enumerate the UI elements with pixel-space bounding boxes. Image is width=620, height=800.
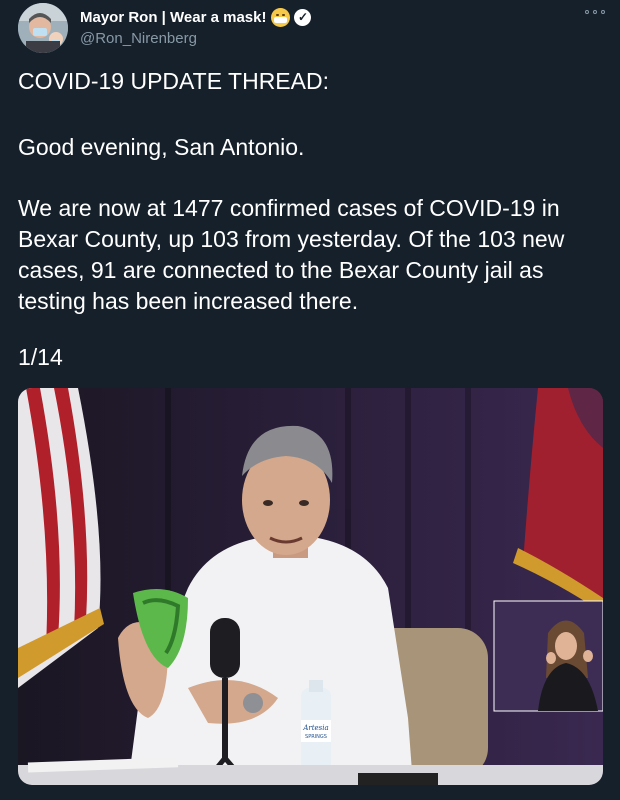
avatar-image <box>18 3 68 53</box>
svg-text:SPRINGS: SPRINGS <box>305 734 327 740</box>
sign-language-interpreter-inset <box>493 600 603 712</box>
avatar[interactable] <box>18 3 68 53</box>
verified-badge-icon: ✓ <box>294 9 312 26</box>
tweet-paragraph: COVID-19 UPDATE THREAD: <box>18 68 329 94</box>
author-name-row[interactable]: Mayor Ron | Wear a mask! ✓ <box>80 8 312 27</box>
tweet-photo[interactable]: Artesia SPRINGS <box>18 388 603 785</box>
author-display-name[interactable]: Mayor Ron | Wear a mask! <box>80 9 266 26</box>
mask-face-emoji-icon <box>271 8 291 27</box>
bottle-label: Artesia <box>302 724 328 732</box>
tweet-paragraph: Good evening, San Antonio. <box>18 134 305 160</box>
author-handle[interactable]: @Ron_Nirenberg <box>80 30 197 47</box>
press-conference-photo: Artesia SPRINGS <box>18 388 603 785</box>
more-options-icon[interactable] <box>585 7 605 17</box>
tweet: Mayor Ron | Wear a mask! ✓ @Ron_Nirenber… <box>0 0 620 800</box>
tweet-paragraph: We are now at 1477 confirmed cases of CO… <box>18 195 565 314</box>
thread-counter: 1/14 <box>18 344 63 370</box>
